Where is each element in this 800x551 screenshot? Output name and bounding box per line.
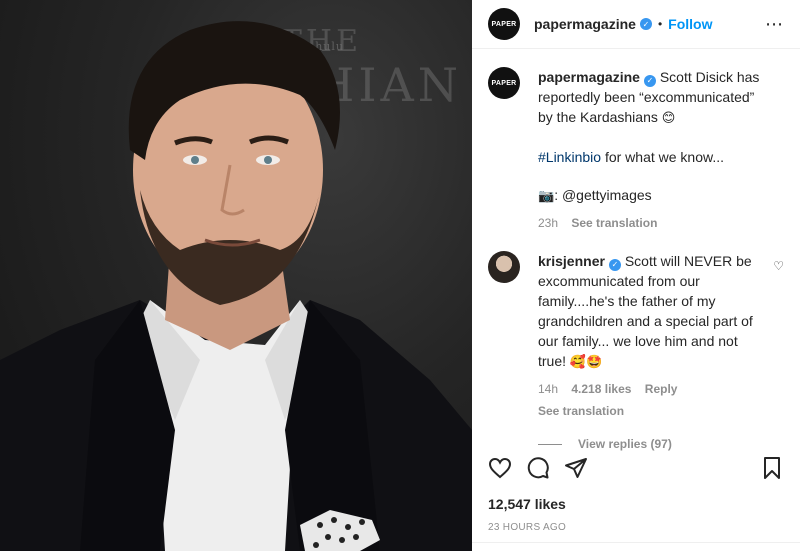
caption-credit: : @gettyimages (554, 187, 652, 203)
bookmark-icon[interactable] (760, 456, 784, 480)
caption: PAPER papermagazine ✓ Scott Disick has re… (488, 67, 784, 233)
heart-icon[interactable] (488, 456, 512, 480)
caption-body: papermagazine ✓ Scott Disick has reported… (538, 67, 768, 233)
smile-emoji: 😊 (661, 111, 676, 126)
caption-username[interactable]: papermagazine (538, 69, 640, 85)
author-username[interactable]: papermagazine (534, 16, 636, 32)
post-timestamp: 23 HOURS AGO (488, 522, 567, 533)
comment-icon[interactable] (526, 456, 550, 480)
post-header: PAPER papermagazine ✓ • Follow ⋯ (472, 0, 800, 49)
view-replies-line (538, 443, 562, 445)
comment-see-translation[interactable]: See translation (538, 404, 624, 418)
view-replies-button[interactable]: View replies (97) (538, 437, 784, 451)
post-likes-count[interactable]: 12,547 likes (488, 496, 566, 512)
comment-like-heart-icon[interactable]: ♡ (773, 259, 784, 273)
caption-line-3: 📷: @gettyimages (538, 185, 768, 207)
comment-emojis: 🥰🤩 (569, 355, 603, 370)
caption-line-2-text: for what we know... (601, 149, 725, 165)
post-sidebar: PAPER papermagazine ✓ • Follow ⋯ PAPER p… (472, 0, 800, 551)
comment-translation: See translation (538, 401, 768, 421)
more-options-icon[interactable]: ⋯ (765, 14, 784, 35)
caption-time: 23h (538, 216, 559, 230)
follow-button[interactable]: Follow (668, 16, 712, 32)
view-replies-label: View replies (97) (578, 437, 672, 451)
portrait-illustration (0, 21, 472, 551)
header-separator: • (657, 17, 663, 31)
action-bar (472, 453, 800, 483)
commenter-avatar[interactable] (488, 251, 520, 283)
caption-line-2: #Linkinbio for what we know... (538, 147, 768, 167)
reply-button[interactable]: Reply (645, 382, 678, 396)
comment-text: Scott will NEVER be excommunicated from … (538, 253, 753, 369)
caption-avatar[interactable]: PAPER (488, 67, 520, 99)
commenter-username[interactable]: krisjenner (538, 253, 605, 269)
verified-badge-icon: ✓ (639, 18, 652, 30)
author-avatar[interactable]: PAPER (488, 8, 520, 40)
comment-item: krisjenner ✓ Scott will NEVER be excommun… (488, 251, 784, 421)
verified-badge-icon: ✓ (643, 75, 656, 87)
share-icon[interactable] (564, 456, 588, 480)
comments-section[interactable]: PAPER papermagazine ✓ Scott Disick has re… (472, 49, 800, 453)
comment-likes[interactable]: 4.218 likes (571, 382, 631, 396)
comment-body: krisjenner ✓ Scott will NEVER be excommun… (538, 251, 768, 421)
hashtag-link[interactable]: #Linkinbio (538, 149, 601, 165)
caption-meta: 23h See translation (538, 213, 768, 233)
verified-badge-icon: ✓ (608, 259, 621, 271)
post-photo: hulu THE SHIAN (0, 0, 472, 551)
comment-time: 14h (538, 382, 559, 396)
add-comment-area[interactable] (472, 542, 800, 551)
camera-emoji: 📷 (538, 189, 555, 204)
caption-see-translation[interactable]: See translation (571, 216, 657, 230)
comment-meta: 14h 4.218 likes Reply (538, 379, 768, 399)
